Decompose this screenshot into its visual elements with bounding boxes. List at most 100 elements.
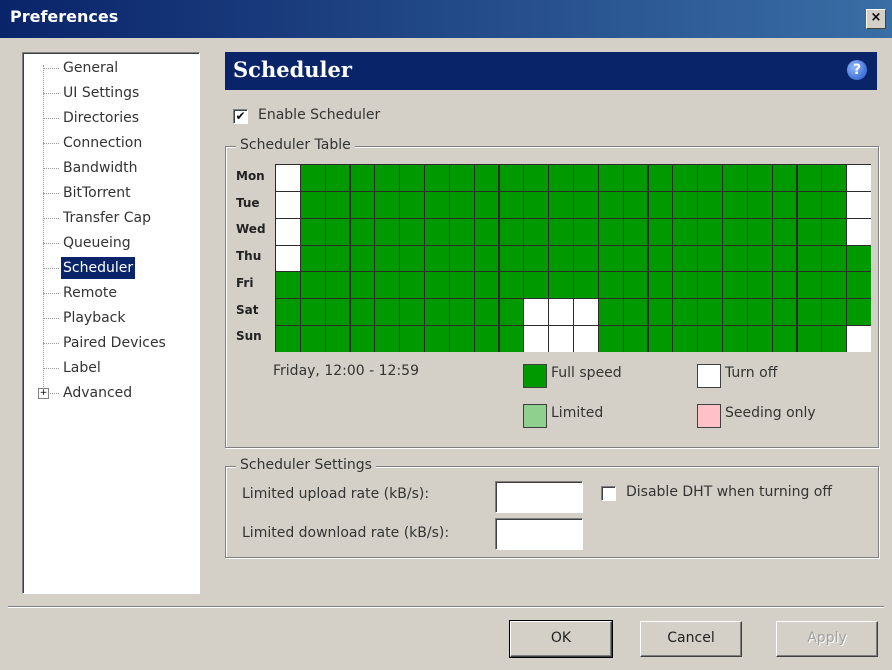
schedule-cell[interactable]	[574, 245, 598, 272]
schedule-cell[interactable]	[400, 191, 424, 218]
schedule-cell[interactable]	[822, 165, 847, 191]
schedule-cell[interactable]	[549, 326, 573, 352]
schedule-cell[interactable]	[449, 299, 474, 326]
schedule-cell[interactable]	[350, 272, 375, 299]
upload-rate-input[interactable]	[495, 481, 583, 513]
schedule-cell[interactable]	[723, 299, 747, 326]
schedule-cell[interactable]	[598, 165, 623, 191]
schedule-cell[interactable]	[549, 218, 573, 245]
full-speed-swatch[interactable]	[523, 364, 547, 388]
schedule-cell[interactable]	[847, 191, 871, 218]
limited-swatch[interactable]	[523, 404, 547, 428]
schedule-cell[interactable]	[350, 245, 375, 272]
schedule-cell[interactable]	[723, 326, 747, 352]
schedule-cell[interactable]	[822, 299, 847, 326]
schedule-cell[interactable]	[325, 272, 350, 299]
schedule-cell[interactable]	[623, 299, 648, 326]
disable-dht-checkbox[interactable]	[601, 486, 616, 501]
schedule-cell[interactable]	[747, 245, 772, 272]
schedule-cell[interactable]	[648, 218, 673, 245]
schedule-cell[interactable]	[648, 245, 673, 272]
schedule-cell[interactable]	[698, 272, 722, 299]
schedule-cell[interactable]	[549, 299, 573, 326]
schedule-cell[interactable]	[375, 218, 400, 245]
schedule-cell[interactable]	[375, 165, 400, 191]
schedule-cell[interactable]	[623, 165, 648, 191]
seeding-only-swatch[interactable]	[697, 404, 721, 428]
schedule-cell[interactable]	[300, 299, 325, 326]
schedule-cell[interactable]	[772, 326, 797, 352]
enable-scheduler-checkbox[interactable]: ✔	[233, 109, 248, 124]
schedule-cell[interactable]	[350, 299, 375, 326]
schedule-cell[interactable]	[524, 272, 549, 299]
sidebar-item[interactable]: Directories	[23, 107, 197, 129]
schedule-cell[interactable]	[822, 326, 847, 352]
sidebar-item[interactable]: Queueing	[23, 232, 197, 254]
schedule-cell[interactable]	[574, 165, 598, 191]
schedule-cell[interactable]	[822, 218, 847, 245]
schedule-cell[interactable]	[425, 218, 449, 245]
schedule-cell[interactable]	[797, 191, 822, 218]
help-icon[interactable]: ?	[847, 60, 867, 80]
schedule-cell[interactable]	[375, 326, 400, 352]
schedule-cell[interactable]	[648, 299, 673, 326]
sidebar-item[interactable]: General	[23, 57, 197, 79]
schedule-cell[interactable]	[449, 272, 474, 299]
sidebar-item[interactable]: Label	[23, 357, 197, 379]
schedule-cell[interactable]	[847, 299, 871, 326]
schedule-cell[interactable]	[772, 245, 797, 272]
schedule-cell[interactable]	[400, 299, 424, 326]
schedule-cell[interactable]	[400, 326, 424, 352]
sidebar-item[interactable]: Bandwidth	[23, 157, 197, 179]
schedule-cell[interactable]	[325, 165, 350, 191]
schedule-cell[interactable]	[499, 299, 524, 326]
schedule-cell[interactable]	[747, 165, 772, 191]
download-rate-input[interactable]	[495, 518, 583, 550]
schedule-cell[interactable]	[499, 165, 524, 191]
schedule-cell[interactable]	[822, 191, 847, 218]
schedule-cell[interactable]	[797, 165, 822, 191]
sidebar-item[interactable]: Scheduler	[23, 257, 197, 279]
schedule-cell[interactable]	[375, 299, 400, 326]
schedule-cell[interactable]	[425, 191, 449, 218]
schedule-cell[interactable]	[797, 218, 822, 245]
schedule-cell[interactable]	[847, 245, 871, 272]
schedule-cell[interactable]	[747, 299, 772, 326]
schedule-cell[interactable]	[375, 245, 400, 272]
schedule-cell[interactable]	[300, 191, 325, 218]
schedule-cell[interactable]	[648, 165, 673, 191]
schedule-cell[interactable]	[822, 272, 847, 299]
sidebar-item[interactable]: BitTorrent	[23, 182, 197, 204]
schedule-cell[interactable]	[325, 299, 350, 326]
schedule-cell[interactable]	[574, 191, 598, 218]
schedule-cell[interactable]	[300, 326, 325, 352]
schedule-cell[interactable]	[425, 299, 449, 326]
schedule-cell[interactable]	[648, 272, 673, 299]
schedule-cell[interactable]	[847, 326, 871, 352]
schedule-cell[interactable]	[549, 245, 573, 272]
sidebar-item[interactable]: Playback	[23, 307, 197, 329]
schedule-cell[interactable]	[698, 218, 722, 245]
schedule-cell[interactable]	[847, 272, 871, 299]
schedule-cell[interactable]	[598, 326, 623, 352]
schedule-cell[interactable]	[772, 299, 797, 326]
schedule-cell[interactable]	[698, 245, 722, 272]
schedule-cell[interactable]	[325, 326, 350, 352]
schedule-cell[interactable]	[276, 165, 300, 191]
sidebar-item[interactable]: + Advanced	[23, 382, 197, 404]
schedule-cell[interactable]	[698, 191, 722, 218]
schedule-cell[interactable]	[325, 245, 350, 272]
schedule-cell[interactable]	[474, 326, 499, 352]
schedule-cell[interactable]	[598, 272, 623, 299]
schedule-cell[interactable]	[474, 245, 499, 272]
schedule-cell[interactable]	[673, 272, 698, 299]
schedule-cell[interactable]	[325, 218, 350, 245]
schedule-cell[interactable]	[375, 272, 400, 299]
schedule-cell[interactable]	[449, 326, 474, 352]
schedule-cell[interactable]	[574, 218, 598, 245]
schedule-cell[interactable]	[449, 191, 474, 218]
schedule-cell[interactable]	[499, 245, 524, 272]
scheduler-grid[interactable]	[275, 164, 871, 352]
schedule-cell[interactable]	[648, 326, 673, 352]
schedule-cell[interactable]	[723, 245, 747, 272]
